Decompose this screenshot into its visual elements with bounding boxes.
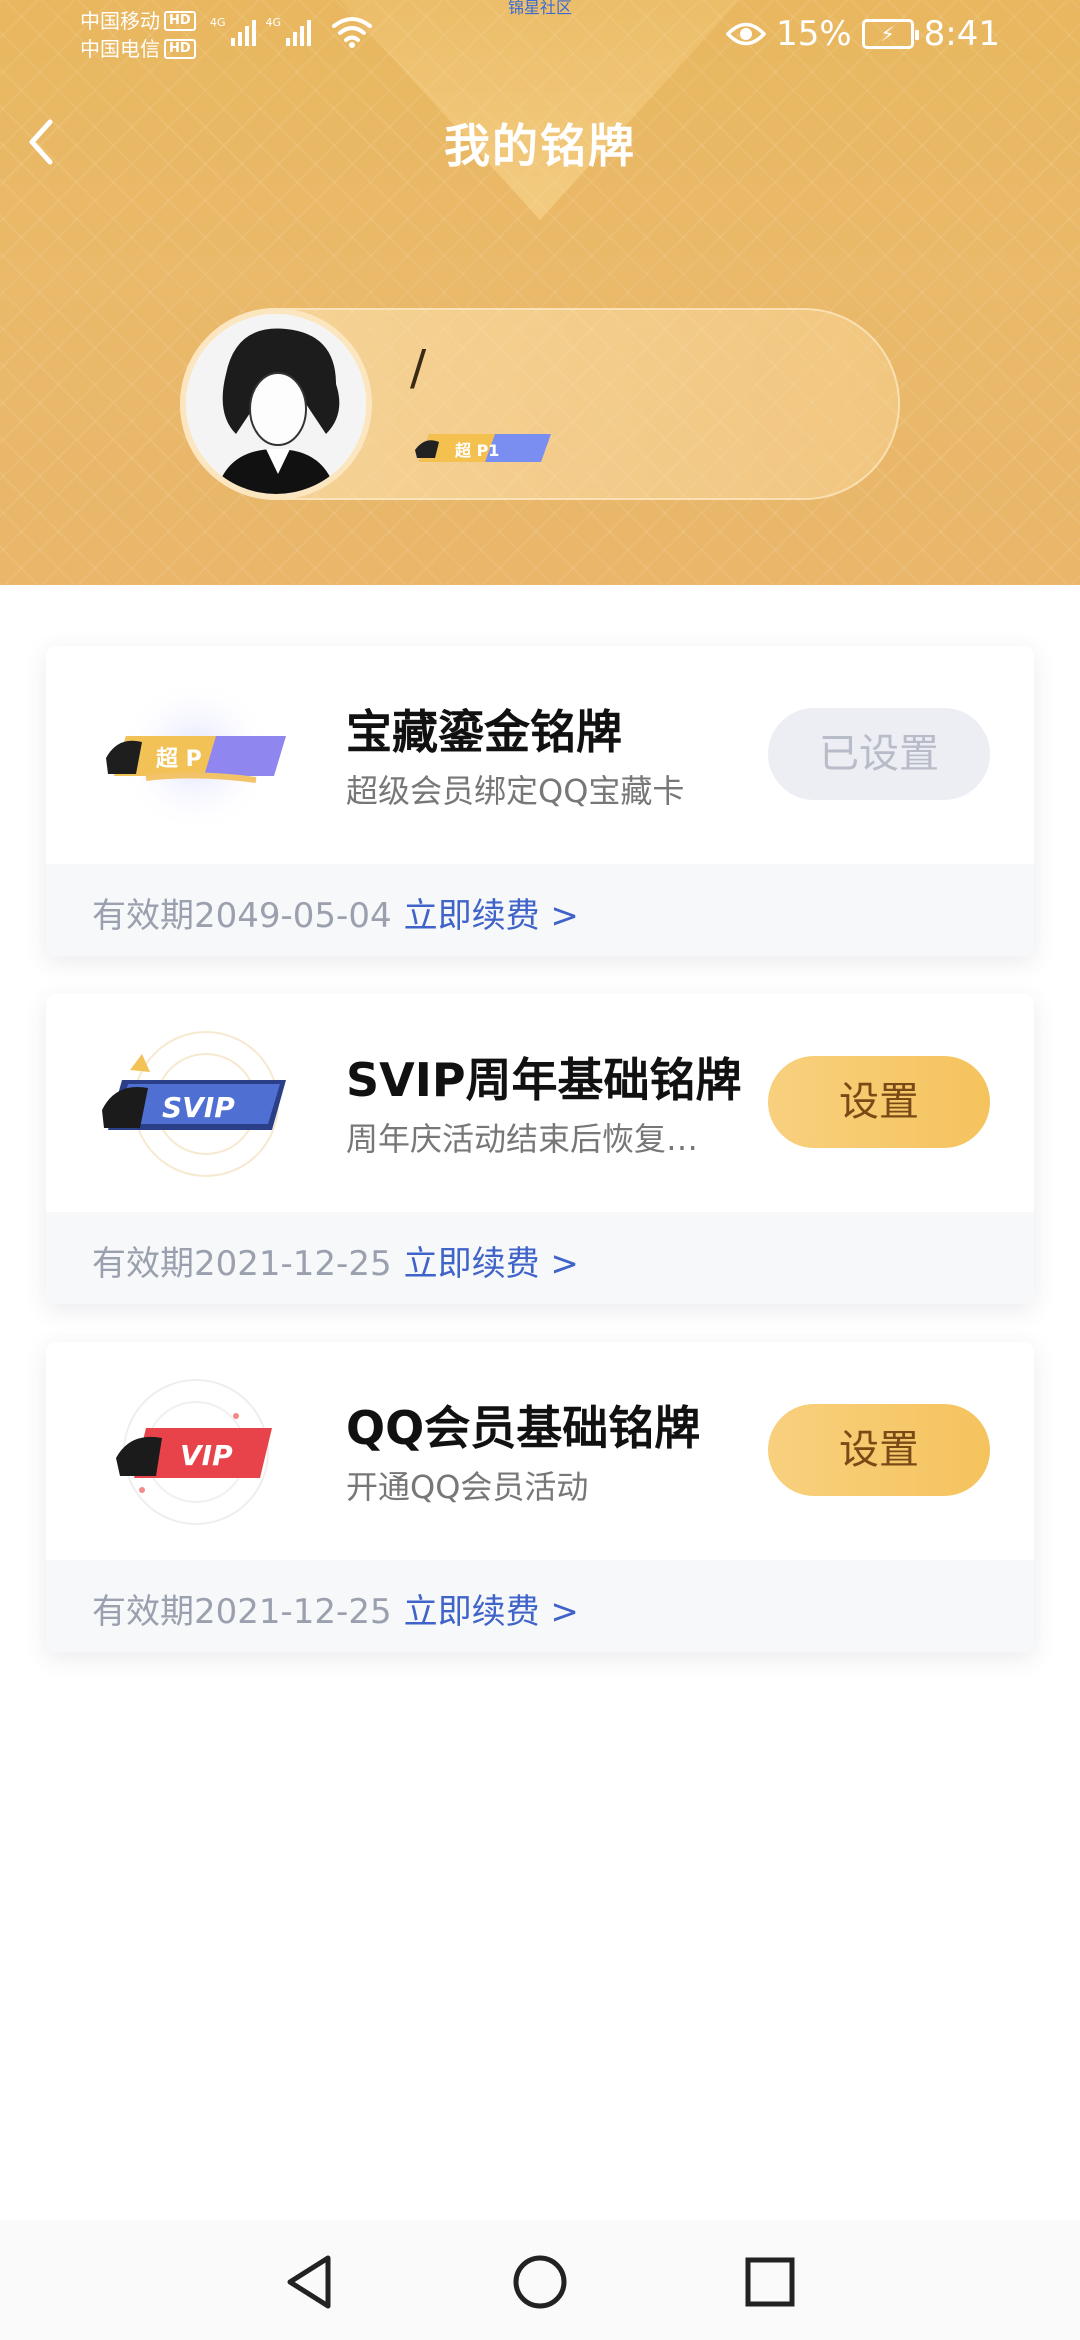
nameplate-card: 超 P 宝藏鎏金铭牌 超级会员绑定QQ宝藏卡 已设置 有效期2049-05-04… [46,646,1034,956]
validity-row: 有效期2049-05-04 立即续费 > [92,888,579,937]
nameplate-title: SVIP周年基础铭牌 [346,1053,742,1107]
nameplate-title: QQ会员基础铭牌 [346,1401,701,1455]
carrier-info: 中国移动 HD 中国电信 HD [80,7,196,63]
system-nav-bar [0,2220,1080,2340]
wifi-icon [332,17,372,48]
vip-nameplate-icon: VIP [116,1379,272,1525]
hd-badge: HD [164,39,196,59]
nameplate-card: SVIP SVIP周年基础铭牌 周年庆活动结束后恢复… 设置 有效期2021-1… [46,994,1034,1304]
nameplate-subtitle: 周年庆活动结束后恢复… [346,1120,699,1158]
clock: 8:41 [923,14,1000,54]
validity-text: 有效期2021-12-25 [92,1592,392,1632]
nameplate-title: 宝藏鎏金铭牌 [346,705,622,759]
eye-icon [726,22,767,46]
set-button[interactable]: 设置 [768,1404,990,1496]
page-title: 我的铭牌 [444,119,636,173]
validity-text: 有效期2021-12-25 [92,1244,392,1284]
nameplate-card: VIP QQ会员基础铭牌 开通QQ会员活动 设置 有效期2021-12-25 立即… [46,1342,1034,1652]
gold-treasure-nameplate-icon: 超 P [106,678,286,834]
hd-badge: HD [164,11,196,31]
network-type-2: 4G [265,16,282,29]
validity-text: 有效期2049-05-04 [92,896,392,936]
renew-link[interactable]: 立即续费 > [404,1244,579,1284]
already-set-button[interactable]: 已设置 [768,708,990,800]
mini-label: 锦星社区 [508,0,573,17]
carrier-1: 中国移动 [80,9,160,33]
battery-charging-icon: ⚡ [861,19,919,49]
nameplate-subtitle: 开通QQ会员活动 [346,1468,589,1506]
nav-back-icon[interactable] [278,2250,342,2314]
renew-link[interactable]: 立即续费 > [404,1592,579,1632]
signal-icon: 4G 4G [210,16,312,46]
status-right: 15% ⚡ 8:41 [726,14,1000,54]
nav-home-icon[interactable] [508,2250,572,2314]
profile-nameplate-badge: 超 P1 [415,434,551,462]
header-banner: 中国移动 HD 中国电信 HD 4G 4G 锦星社区 15% ⚡ 8:41 我的… [0,0,1080,585]
profile-name: / [410,340,427,396]
nav-recents-icon[interactable] [738,2250,802,2314]
page: 中国移动 HD 中国电信 HD 4G 4G 锦星社区 15% ⚡ 8:41 我的… [0,0,1080,2340]
status-bar: 中国移动 HD 中国电信 HD 4G 4G 锦星社区 15% ⚡ 8:41 [0,0,1080,72]
svip-nameplate-icon: SVIP [102,1031,286,1177]
set-button[interactable]: 设置 [768,1056,990,1148]
validity-row: 有效期2021-12-25 立即续费 > [92,1584,579,1633]
avatar[interactable] [180,308,372,500]
nameplate-subtitle: 超级会员绑定QQ宝藏卡 [346,772,685,810]
renew-link[interactable]: 立即续费 > [404,896,579,936]
profile-badge-label: 超 P1 [454,441,499,460]
badge-label: VIP [180,1439,233,1472]
carrier-2: 中国电信 [80,37,160,61]
network-type-1: 4G [210,16,226,29]
badge-label: SVIP [162,1091,235,1124]
validity-row: 有效期2021-12-25 立即续费 > [92,1236,579,1285]
badge-label: 超 P [156,747,202,772]
battery-percent: 15% [776,14,852,54]
